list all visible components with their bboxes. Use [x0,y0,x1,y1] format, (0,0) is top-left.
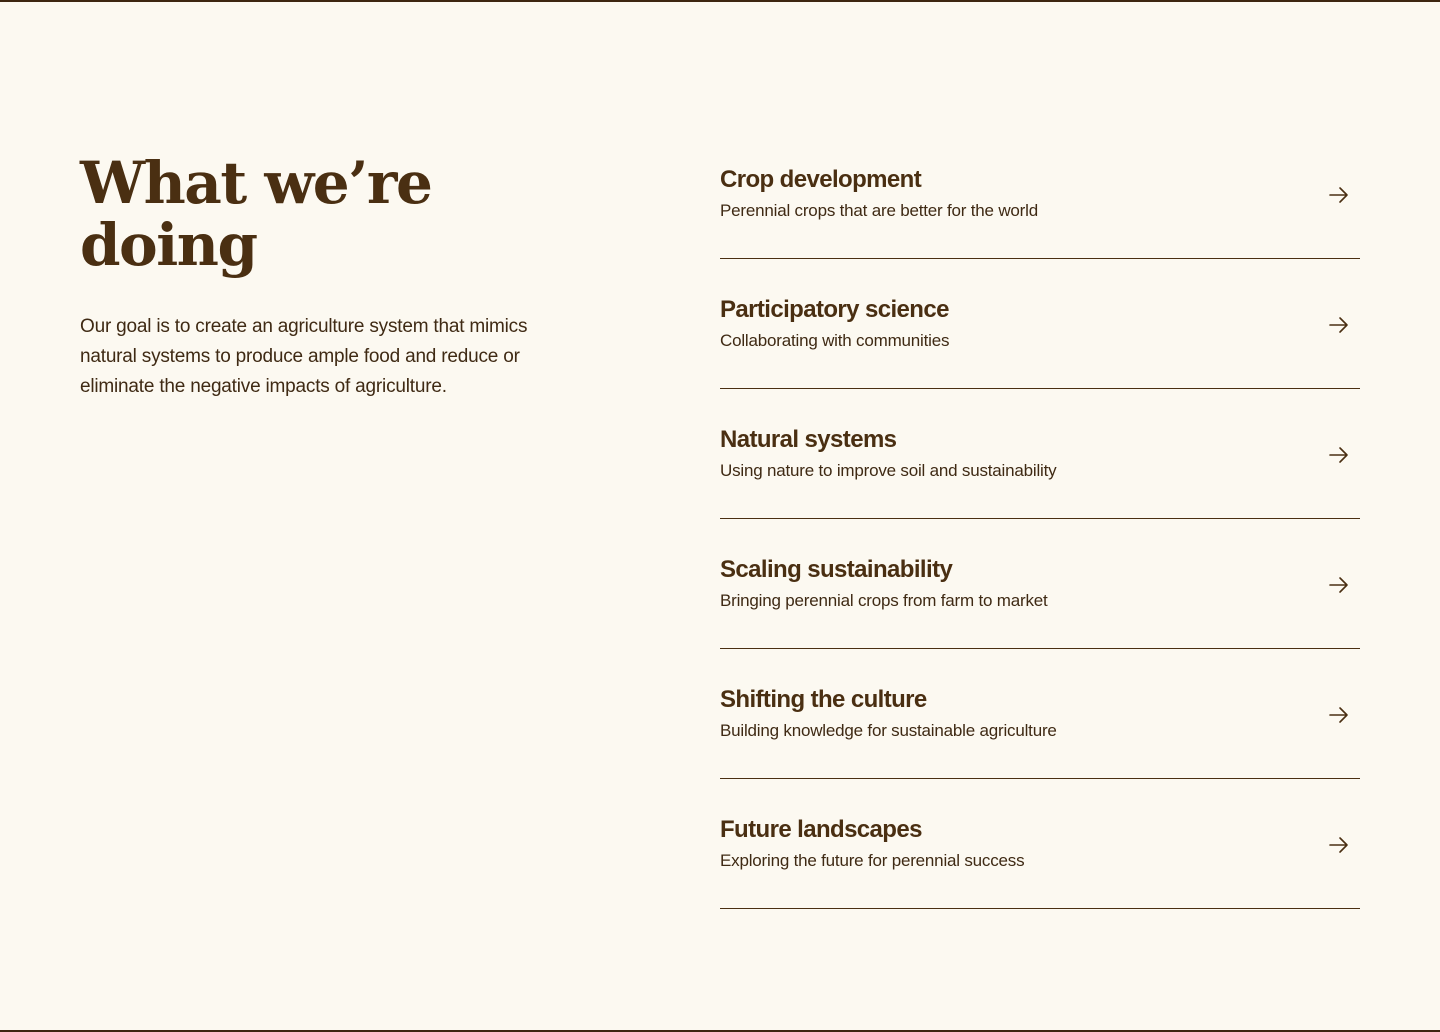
arrow-right-icon[interactable] [1328,834,1350,856]
item-subtitle: Bringing perennial crops from farm to ma… [720,591,1048,610]
item-title: Scaling sustainability [720,556,953,583]
list-item-participatory-science[interactable]: Participatory science Collaborating with… [720,260,1360,389]
item-subtitle: Building knowledge for sustainable agric… [720,721,1057,740]
item-title: Shifting the culture [720,686,927,713]
section-description: Our goal is to create an agriculture sys… [80,316,528,397]
arrow-right-icon[interactable] [1328,184,1350,206]
arrow-right-icon[interactable] [1328,574,1350,596]
list-item-future-landscapes[interactable]: Future landscapes Exploring the future f… [720,780,1360,909]
item-title: Crop development [720,166,922,193]
arrow-right-icon[interactable] [1328,704,1350,726]
arrow-right-icon[interactable] [1328,314,1350,336]
program-list: Crop development Perennial crops that ar… [720,130,1360,910]
item-subtitle: Exploring the future for perennial succe… [720,851,1025,870]
list-item-natural-systems[interactable]: Natural systems Using nature to improve … [720,390,1360,519]
list-item-scaling-sustainability[interactable]: Scaling sustainability Bringing perennia… [720,520,1360,649]
item-title: Participatory science [720,296,949,323]
item-subtitle: Using nature to improve soil and sustain… [720,461,1057,480]
list-item-shifting-the-culture[interactable]: Shifting the culture Building knowledge … [720,650,1360,779]
section-heading: What we’re doing [80,149,433,279]
page: What we’re doing Our goal is to create a… [0,2,1440,1030]
arrow-right-icon[interactable] [1328,444,1350,466]
item-title: Future landscapes [720,816,922,843]
intro-section: What we’re doing Our goal is to create a… [80,152,580,402]
item-title: Natural systems [720,426,897,453]
item-subtitle: Collaborating with communities [720,331,950,350]
list-item-crop-development[interactable]: Crop development Perennial crops that ar… [720,130,1360,259]
item-subtitle: Perennial crops that are better for the … [720,201,1038,220]
